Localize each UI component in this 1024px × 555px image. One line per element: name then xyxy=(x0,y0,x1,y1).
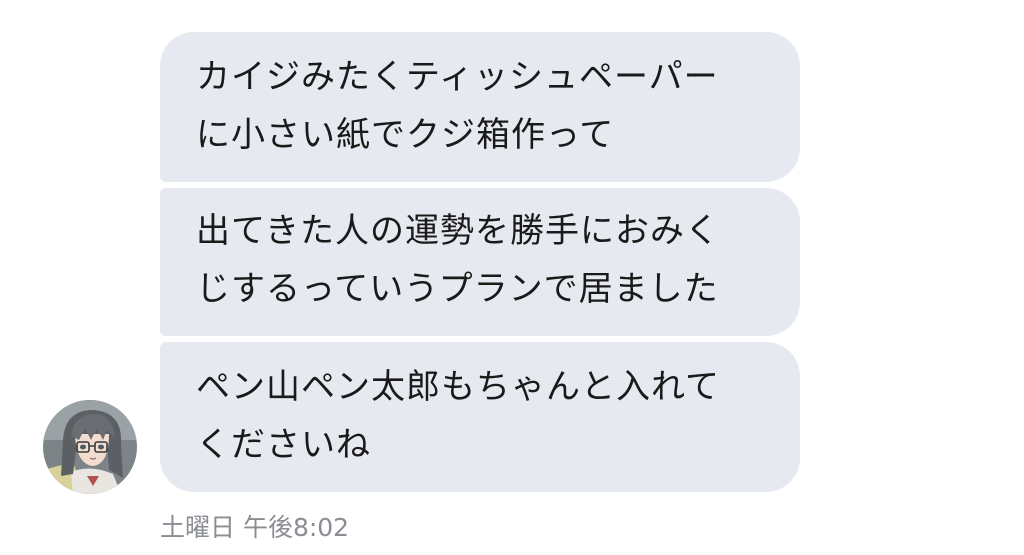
message-bubble-3[interactable]: ペン山ペン太郎もちゃんと入れて くださいね xyxy=(160,342,800,492)
message-bubble-1[interactable]: カイジみたくティッシュペーパー に小さい紙でクジ箱作って xyxy=(160,32,800,182)
message-timestamp: 土曜日 午後8:02 xyxy=(160,513,350,542)
anime-girl-avatar-icon xyxy=(43,400,137,494)
chat-thread: カイジみたくティッシュペーパー に小さい紙でクジ箱作って 出てきた人の運勢を勝手… xyxy=(0,0,1024,555)
avatar[interactable] xyxy=(43,400,137,494)
message-bubble-2[interactable]: 出てきた人の運勢を勝手におみく じするっていうプランで居ました xyxy=(160,188,800,336)
